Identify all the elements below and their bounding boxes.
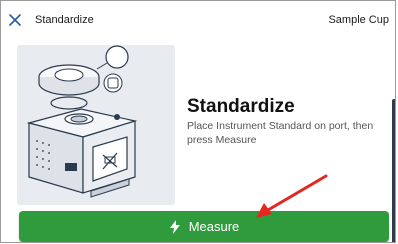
scrollbar[interactable] [392, 99, 395, 242]
header-title: Standardize [35, 14, 94, 26]
measure-button-label: Measure [188, 219, 240, 234]
instruction-block: Standardize Place Instrument Standard on… [187, 96, 383, 147]
measure-button[interactable]: Measure [19, 211, 389, 242]
page-title: Standardize [187, 96, 295, 117]
instruction-text: Place Instrument Standard on port, then … [187, 120, 374, 146]
sample-cup-label[interactable]: Sample Cup [328, 14, 389, 26]
header-bar: Standardize Sample Cup [1, 1, 395, 40]
bolt-icon [169, 219, 180, 234]
instrument-illustration-graphic [26, 45, 138, 198]
close-icon [9, 14, 21, 26]
instrument-illustration [17, 45, 175, 205]
close-button[interactable] [5, 10, 25, 30]
app-window: Standardize Sample Cup Standardize Place… [0, 0, 396, 243]
